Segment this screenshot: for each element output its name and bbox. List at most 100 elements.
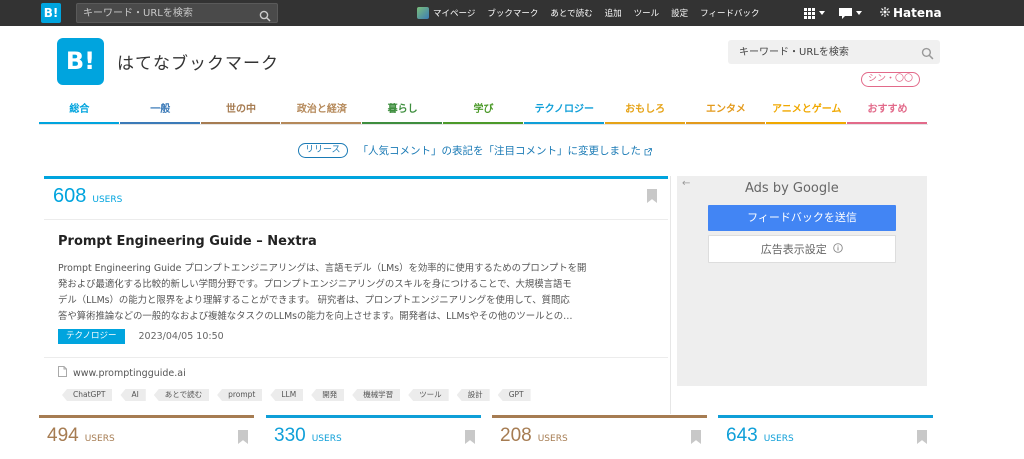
divider [44, 357, 668, 358]
users-count[interactable]: 643 USERS [726, 425, 794, 447]
entry-card-preview: 208 USERS [492, 415, 707, 459]
header-search-box [728, 40, 940, 64]
apps-grid-icon[interactable] [804, 7, 815, 19]
category-tab[interactable]: 暮らし [362, 98, 444, 124]
tag-chip[interactable]: 機械学習 [352, 389, 401, 401]
entry-title[interactable]: Prompt Engineering Guide – Nextra [58, 234, 317, 249]
hatena-bookmark-logo[interactable]: B! [57, 38, 104, 85]
entry-card-topline [44, 176, 668, 179]
notification-icon[interactable] [839, 4, 852, 23]
tag-chip[interactable]: prompt [217, 389, 263, 401]
users-count[interactable]: 494 USERS [47, 425, 115, 447]
bookmark-icon[interactable] [917, 430, 927, 444]
global-search-box [76, 3, 278, 23]
summary-line: Prompt Engineering Guide プロンプトエンジニアリングは、… [58, 263, 587, 274]
entry-card-topline [266, 415, 481, 418]
nav-settings[interactable]: 設定 [671, 7, 688, 19]
entry-card-topline [718, 415, 933, 418]
chevron-down-icon[interactable] [856, 11, 862, 15]
nav-tools[interactable]: ツール [634, 7, 660, 19]
category-tab-label: 政治と経済 [296, 104, 347, 115]
bookmark-icon[interactable] [647, 189, 657, 203]
users-number: 330 [274, 425, 306, 446]
users-count[interactable]: 208 USERS [500, 425, 568, 447]
ad-feedback-button[interactable]: フィードバックを送信 [708, 205, 896, 231]
site-title[interactable]: はてなブックマーク [117, 49, 279, 74]
ads-by-google-label: Ads by Google [745, 181, 839, 196]
category-tab[interactable]: 総合 [39, 98, 120, 124]
global-search-input[interactable] [83, 6, 253, 20]
users-label: USERS [84, 434, 115, 444]
tag-chip[interactable]: ChatGPT [62, 389, 113, 401]
tag-chip[interactable]: あとで読む [153, 389, 210, 401]
category-tab-label: テクノロジー [534, 104, 594, 115]
summary-line: デル（LLMs）の能力と限界をより理解することができます。 研究者は、プロンプト… [58, 295, 570, 306]
nav-bookmark[interactable]: ブックマーク [487, 7, 538, 19]
hatena-bookmark-logo-small[interactable]: B! [41, 3, 61, 23]
nav-add[interactable]: 追加 [605, 7, 622, 19]
nav-read-later[interactable]: あとで読む [550, 7, 592, 19]
header-search-input[interactable] [739, 45, 909, 59]
entry-tags: ChatGPT AI あとで読む prompt LLM 開発 機械学習 ツール 設計 GPT [62, 389, 539, 401]
category-tab[interactable]: 政治と経済 [281, 98, 363, 124]
category-tab-label: 暮らし [387, 104, 418, 115]
category-tab[interactable]: おもしろ [604, 98, 686, 124]
tag-chip[interactable]: GPT [497, 389, 531, 401]
category-tab[interactable]: 学び [443, 98, 524, 124]
hatena-brand-link[interactable]: Hatena [880, 0, 942, 26]
nav-feedback[interactable]: フィードバック [700, 7, 759, 19]
recommend-pill[interactable]: シン・〇〇 [861, 72, 921, 87]
search-icon[interactable] [921, 45, 934, 64]
category-tab[interactable]: アニメとゲーム [766, 98, 848, 124]
users-count[interactable]: 608 USERS [53, 185, 122, 208]
summary-line: 答や算術推論などの一般的なおよび複雑なタスクのLLMsの能力を向上させます。開発… [58, 311, 573, 322]
entry-card-preview: 494 USERS [39, 415, 254, 459]
entry-meta: テクノロジー 2023/04/05 10:50 [58, 329, 224, 344]
divider [39, 124, 928, 125]
category-tab-label: 学び [473, 104, 494, 115]
bookmark-icon[interactable] [691, 430, 701, 444]
summary-line: 発および最適化する比較的新しい学問分野です。プロンプトエンジニアリングのスキルを… [58, 279, 572, 290]
entry-card-preview: 330 USERS [266, 415, 481, 459]
chevron-down-icon[interactable] [819, 11, 825, 15]
global-bar: B! マイページ ブックマーク あとで読む 追加 ツール 設定 フィードバック … [0, 0, 1024, 26]
avatar [417, 7, 429, 19]
entry-summary: Prompt Engineering Guide プロンプトエンジニアリングは、… [58, 261, 654, 325]
external-link-icon [644, 141, 652, 160]
release-notice: リリース 「人気コメント」の表記を「注目コメント」に変更しました [298, 141, 652, 160]
category-tab-label: おもしろ [625, 104, 666, 115]
category-badge[interactable]: テクノロジー [58, 329, 125, 344]
category-tab[interactable]: おすすめ [847, 98, 928, 124]
ad-settings-label: 広告表示設定 [760, 243, 827, 256]
bookmark-icon[interactable] [465, 430, 475, 444]
hatena-logo-icon [880, 6, 890, 20]
category-tab[interactable]: 世の中 [200, 98, 282, 124]
tag-chip[interactable]: 開発 [311, 389, 345, 401]
nav-mypage[interactable]: マイページ [417, 7, 475, 19]
entry-card-topline [492, 415, 707, 418]
users-label: USERS [92, 195, 123, 205]
tag-chip[interactable]: AI [120, 389, 146, 401]
tag-chip[interactable]: ツール [408, 389, 449, 401]
users-count[interactable]: 330 USERS [274, 425, 342, 447]
search-icon[interactable] [259, 7, 271, 26]
tag-chip[interactable]: 設計 [456, 389, 490, 401]
release-tag: リリース [298, 143, 348, 158]
users-label: USERS [537, 434, 568, 444]
release-notice-link[interactable]: 「人気コメント」の表記を「注目コメント」に変更しました [358, 143, 642, 158]
info-icon [833, 243, 844, 256]
global-nav: マイページ ブックマーク あとで読む 追加 ツール 設定 フィードバック [417, 0, 772, 26]
users-number: 494 [47, 425, 79, 446]
category-tab[interactable]: 一般 [119, 98, 201, 124]
category-tab[interactable]: テクノロジー [523, 98, 605, 124]
category-tab-label: 一般 [150, 104, 171, 115]
ad-settings-button[interactable]: 広告表示設定 [708, 235, 896, 263]
arrow-left-icon[interactable]: ← [682, 178, 690, 189]
entry-domain[interactable]: www.promptingguide.ai [58, 366, 186, 380]
divider [44, 219, 668, 220]
bookmark-icon[interactable] [238, 430, 248, 444]
global-bar-menus [804, 0, 876, 26]
tag-chip[interactable]: LLM [270, 389, 304, 401]
category-tab[interactable]: エンタメ [685, 98, 767, 124]
category-tab-label: おすすめ [867, 104, 908, 115]
